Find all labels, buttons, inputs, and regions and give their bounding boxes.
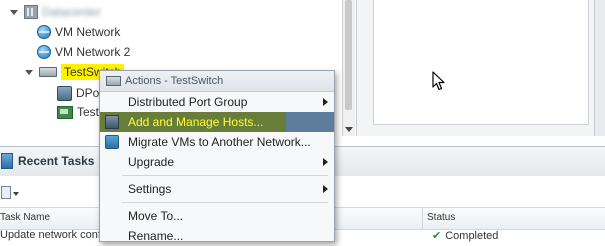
tree-item-label: VM Network [55,25,121,39]
menu-item-label: Move To... [128,209,184,223]
menu-item-add-manage-hosts[interactable]: Add and Manage Hosts... [100,112,334,132]
menu-separator [122,175,328,176]
actions-context-menu: Actions - TestSwitch Distributed Port Gr… [99,70,335,243]
collapse-arrow-icon[interactable] [10,9,18,15]
filter-document-icon[interactable] [1,186,11,199]
hosts-icon [105,115,119,129]
menu-header: Actions - TestSwitch [100,71,334,92]
menu-header-title: Actions - TestSwitch [125,75,224,87]
column-divider[interactable] [422,208,423,229]
content-area [373,0,589,125]
distributed-switch-icon [106,76,121,86]
tree-item-label: Datacenter [42,5,101,19]
menu-item-label: Migrate VMs to Another Network... [128,135,311,149]
menu-item-settings[interactable]: Settings [100,179,334,199]
port-group-icon [57,85,72,101]
mouse-pointer-icon [432,71,445,91]
menu-item-label: Settings [128,182,172,196]
menu-item-label: Add and Manage Hosts... [128,115,264,129]
check-icon: ✔ [432,230,442,242]
tree-item-vm-network-2[interactable]: VM Network 2 [37,43,130,61]
tree-scrollbar[interactable] [342,0,355,136]
dropdown-caret-icon[interactable] [13,192,19,196]
migrate-vm-icon [105,135,119,149]
datacenter-icon [24,5,38,19]
scroll-down-arrow-icon[interactable] [345,127,353,132]
menu-item-distributed-port-group[interactable]: Distributed Port Group [100,92,334,112]
recent-tasks-title: Recent Tasks [18,154,95,168]
submenu-arrow-icon [323,185,328,193]
recent-tasks-icon [1,153,13,169]
distributed-switch-icon [39,67,57,77]
network-globe-icon [37,45,51,59]
right-edge-scrollbar[interactable] [594,0,605,136]
menu-item-migrate-vms[interactable]: Migrate VMs to Another Network... [100,132,334,152]
collapse-arrow-icon[interactable] [25,69,33,75]
menu-item-move-to[interactable]: Move To... [100,206,334,226]
menu-item-upgrade[interactable]: Upgrade [100,152,334,172]
submenu-arrow-icon [323,98,328,106]
tree-item-datacenter[interactable]: Datacenter [10,3,101,21]
column-status[interactable]: Status [427,212,455,223]
uplink-icon [57,105,73,119]
column-task-name[interactable]: Task Name [0,212,50,223]
menu-separator [122,202,328,203]
menu-item-label: Rename... [128,229,184,243]
menu-item-rename[interactable]: Rename... [100,226,334,246]
task-row-status: ✔ Completed [432,229,498,242]
tree-item-vm-network[interactable]: VM Network [37,23,120,41]
status-text: Completed [445,230,499,242]
menu-item-label: Upgrade [128,155,175,169]
tree-item-label: VM Network 2 [55,45,131,59]
submenu-arrow-icon [323,158,328,166]
menu-item-label: Distributed Port Group [128,95,248,109]
scrollbar-thumb[interactable] [345,0,352,110]
network-globe-icon [37,25,51,39]
